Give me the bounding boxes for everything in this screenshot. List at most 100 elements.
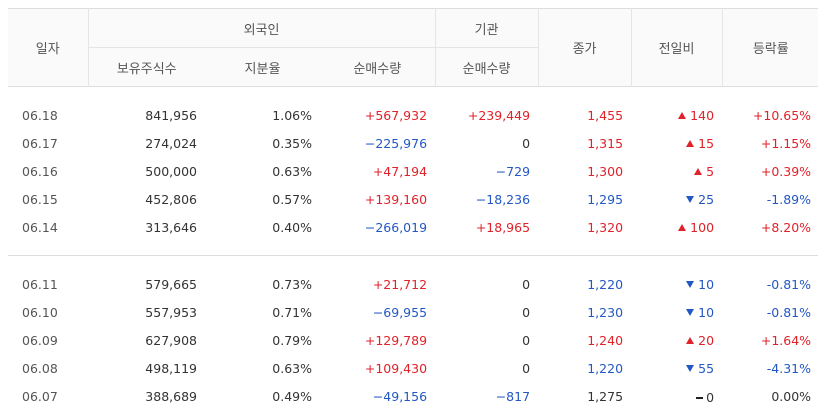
change-amount: 0 xyxy=(706,390,715,406)
cell-foreign-net: +139,160 xyxy=(364,191,428,207)
change-value: 5 xyxy=(694,164,714,179)
header-holding: 보유주식수 xyxy=(87,47,205,87)
cell-foreign-net: −225,976 xyxy=(364,135,428,151)
cell-share: 0.63% xyxy=(272,360,312,376)
triangle-up-icon xyxy=(686,337,695,344)
cell-inst-net: +18,965 xyxy=(475,219,531,235)
cell-inst-net: 0 xyxy=(522,332,531,348)
cell-change: 25 xyxy=(631,185,722,213)
cell-date: 06.09 xyxy=(22,332,58,348)
cell-holding: 627,908 xyxy=(145,332,197,348)
cell-holding: 579,665 xyxy=(145,276,197,292)
cell-share: 0.79% xyxy=(272,332,312,348)
cell-holding: 388,689 xyxy=(145,388,197,404)
header-foreign-net: 순매수량 xyxy=(320,47,436,87)
cell-foreign-net: +129,789 xyxy=(364,332,428,348)
change-value: 15 xyxy=(686,136,714,151)
cell-date: 06.07 xyxy=(22,388,58,404)
row-spacer xyxy=(8,87,818,102)
header-change: 전일비 xyxy=(630,8,723,87)
cell-holding: 274,024 xyxy=(145,135,197,151)
cell-share: 0.73% xyxy=(272,276,312,292)
cell-holding: 841,956 xyxy=(145,107,197,123)
table-row: 06.17 274,024 0.35% −225,976 0 1,315 15 +1.15% xyxy=(8,129,818,157)
table-row: 06.14 313,646 0.40% −266,019 +18,965 1,320 100… xyxy=(8,213,818,241)
cell-date: 06.15 xyxy=(22,191,58,207)
cell-close: 1,295 xyxy=(587,191,624,207)
cell-share: 0.35% xyxy=(272,135,312,151)
change-value: 10 xyxy=(686,277,714,292)
cell-holding: 500,000 xyxy=(145,163,197,179)
cell-inst-net: 0 xyxy=(522,276,531,292)
triangle-down-icon xyxy=(686,365,695,372)
cell-rate: +8.20% xyxy=(760,219,812,235)
cell-close: 1,230 xyxy=(587,304,624,320)
cell-change: 100 xyxy=(631,213,722,241)
investor-trading-table: 일자 외국인 기관 종가 전일비 등락률 보유주식수 지분율 순매수량 순매수량… xyxy=(8,8,818,410)
change-amount: 140 xyxy=(690,108,715,123)
header-close: 종가 xyxy=(537,8,632,87)
cell-inst-net: −18,236 xyxy=(475,191,531,207)
cell-rate: +0.39% xyxy=(760,163,812,179)
change-value: 140 xyxy=(678,108,714,123)
dash-icon xyxy=(696,396,704,399)
cell-rate: +10.65% xyxy=(752,107,812,123)
cell-share: 0.40% xyxy=(272,219,312,235)
cell-inst-net: −817 xyxy=(495,388,531,404)
change-value: 0 xyxy=(696,390,714,405)
cell-close: 1,455 xyxy=(587,107,624,123)
cell-holding: 557,953 xyxy=(145,304,197,320)
cell-date: 06.18 xyxy=(22,107,58,123)
cell-foreign-net: +567,932 xyxy=(364,107,428,123)
cell-change: 10 xyxy=(631,298,722,326)
change-value: 25 xyxy=(686,192,714,207)
cell-foreign-net: +47,194 xyxy=(372,163,428,179)
cell-foreign-net: −49,156 xyxy=(372,388,428,404)
cell-foreign-net: +21,712 xyxy=(372,276,428,292)
header-institution: 기관 xyxy=(434,8,539,48)
table-row: 06.16 500,000 0.63% +47,194 −729 1,300 5 +0.39% xyxy=(8,157,818,185)
header-rate: 등락률 xyxy=(721,8,818,87)
cell-close: 1,320 xyxy=(587,219,624,235)
cell-holding: 313,646 xyxy=(145,219,197,235)
triangle-up-icon xyxy=(678,224,687,231)
cell-foreign-net: −266,019 xyxy=(364,219,428,235)
change-amount: 10 xyxy=(698,277,715,292)
cell-change: 15 xyxy=(631,129,722,157)
triangle-down-icon xyxy=(686,281,695,288)
cell-rate: -0.81% xyxy=(766,304,812,320)
triangle-up-icon xyxy=(694,168,703,175)
cell-rate: +1.64% xyxy=(760,332,812,348)
change-amount: 100 xyxy=(690,220,715,235)
cell-date: 06.11 xyxy=(22,276,58,292)
change-value: 100 xyxy=(678,220,714,235)
cell-change: 10 xyxy=(631,270,722,298)
cell-change: 55 xyxy=(631,354,722,382)
cell-inst-net: 0 xyxy=(522,304,531,320)
table-row: 06.08 498,119 0.63% +109,430 0 1,220 55 -4.31% xyxy=(8,354,818,382)
cell-rate: -0.81% xyxy=(766,276,812,292)
cell-change: 5 xyxy=(631,157,722,185)
cell-change: 20 xyxy=(631,326,722,354)
header-foreign: 외국인 xyxy=(87,8,436,48)
cell-share: 0.57% xyxy=(272,191,312,207)
triangle-up-icon xyxy=(678,112,687,119)
cell-close: 1,240 xyxy=(587,332,624,348)
change-amount: 5 xyxy=(706,164,715,179)
row-spacer xyxy=(8,241,818,256)
cell-date: 06.08 xyxy=(22,360,58,376)
change-amount: 15 xyxy=(698,136,715,151)
cell-close: 1,220 xyxy=(587,360,624,376)
cell-rate: 0.00% xyxy=(771,388,812,404)
triangle-down-icon xyxy=(686,309,695,316)
header-inst-net: 순매수량 xyxy=(434,47,539,87)
change-amount: 20 xyxy=(698,333,715,348)
cell-rate: -4.31% xyxy=(766,360,812,376)
cell-date: 06.17 xyxy=(22,135,58,151)
cell-change: 140 xyxy=(631,101,722,129)
change-value: 20 xyxy=(686,333,714,348)
cell-foreign-net: −69,955 xyxy=(372,304,428,320)
cell-inst-net: −729 xyxy=(495,163,531,179)
row-spacer xyxy=(8,256,818,271)
triangle-up-icon xyxy=(686,140,695,147)
